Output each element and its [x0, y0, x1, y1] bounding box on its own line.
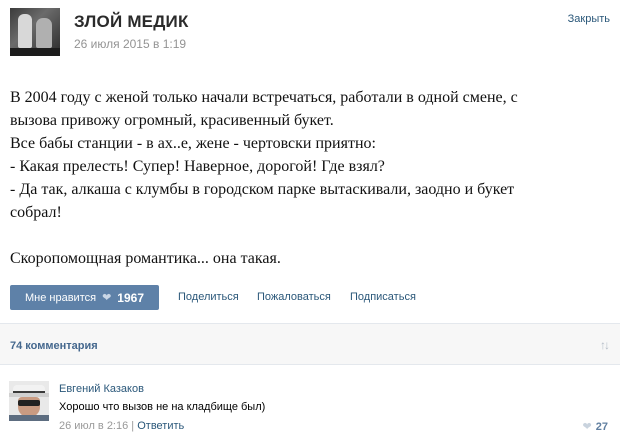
reply-link[interactable]: Ответить: [137, 420, 184, 432]
subscribe-link[interactable]: Подписаться: [350, 291, 416, 303]
comment-like-button[interactable]: ❤ 27: [582, 420, 608, 434]
sort-arrows-icon[interactable]: ↑↓: [600, 338, 610, 352]
post-text-line: - Какая прелесть! Супер! Наверное, дорог…: [10, 158, 385, 175]
like-count: 1967: [117, 290, 144, 305]
post-header: ЗЛОЙ МЕДИК 26 июля 2015 в 1:19 Закрыть: [0, 0, 620, 62]
post-text-line: В 2004 году с женой только начали встреч…: [10, 89, 518, 106]
author-avatar[interactable]: [10, 8, 60, 56]
like-label: Мне нравится: [24, 291, 97, 304]
post-date[interactable]: 26 июля 2015 в 1:19: [74, 37, 186, 51]
post-card: ЗЛОЙ МЕДИК 26 июля 2015 в 1:19 Закрыть В…: [0, 0, 620, 444]
post-text-line: вызова привожу огромный, красивенный бук…: [10, 112, 334, 129]
report-link[interactable]: Пожаловаться: [257, 291, 331, 303]
comments-count[interactable]: 74 комментария: [10, 340, 98, 352]
post-text: В 2004 году с женой только начали встреч…: [10, 86, 610, 270]
commenter-name[interactable]: Евгений Казаков: [59, 383, 144, 395]
post-actions: Мне нравится ❤ 1967 Поделиться Пожаловат…: [10, 285, 610, 311]
post-text-line: - Да так, алкаша с клумбы в городском па…: [10, 181, 515, 198]
like-button[interactable]: Мне нравится ❤ 1967: [10, 285, 159, 310]
post-text-line: собрал!: [10, 204, 62, 221]
divider: [0, 364, 620, 365]
comment-item: Евгений Казаков Хорошо что вызов не на к…: [0, 372, 620, 444]
meta-separator: |: [131, 420, 135, 432]
post-text-line: Скоропомощная романтика... она такая.: [10, 250, 281, 267]
commenter-avatar[interactable]: [9, 381, 49, 421]
comment-like-count: 27: [595, 420, 608, 433]
post-text-line: Все бабы станции - в ах..е, жене - черто…: [10, 135, 376, 152]
share-link[interactable]: Поделиться: [178, 291, 239, 303]
close-link[interactable]: Закрыть: [568, 13, 610, 25]
comments-header: 74 комментария ↑↓: [0, 324, 620, 364]
comment-meta: 26 июл в 2:16 | Ответить: [59, 420, 184, 432]
comment-date[interactable]: 26 июл в 2:16: [59, 420, 128, 432]
heart-icon: ❤: [582, 421, 592, 433]
heart-icon: ❤: [102, 292, 112, 304]
comment-text: Хорошо что вызов не на кладбище был): [59, 401, 266, 413]
author-name[interactable]: ЗЛОЙ МЕДИК: [74, 12, 189, 32]
